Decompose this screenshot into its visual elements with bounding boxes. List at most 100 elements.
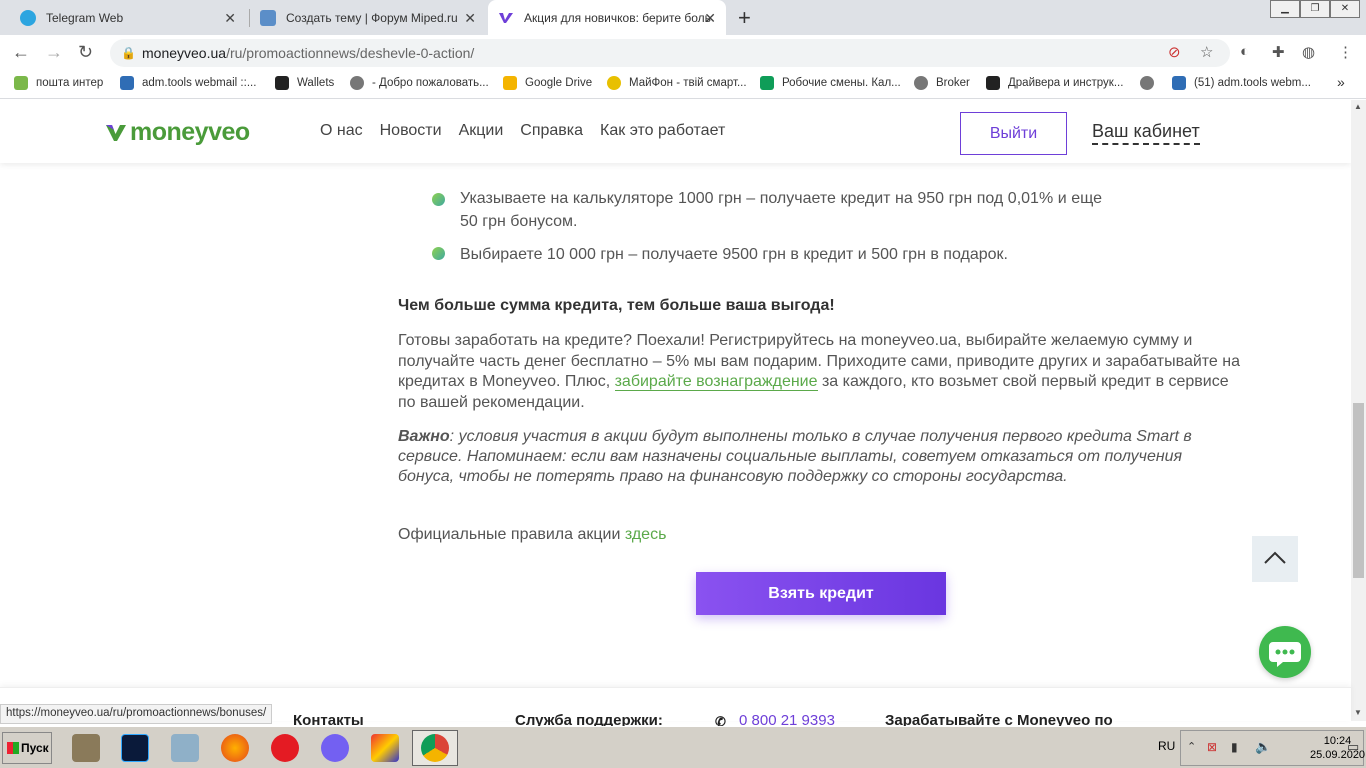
forum-icon bbox=[260, 9, 276, 26]
address-bar[interactable]: 🔒 moneyveo.ua/ru/promoactionnews/deshevl… bbox=[110, 39, 1230, 67]
page-scrollbar[interactable]: ▲ ▼ bbox=[1351, 100, 1366, 721]
close-window-icon[interactable]: ✕ bbox=[1330, 0, 1360, 18]
bookmark-item[interactable]: adm.tools webmail ::... bbox=[120, 76, 256, 90]
windows-flag-icon bbox=[7, 742, 19, 754]
myfon-icon bbox=[607, 76, 621, 90]
sheets-icon bbox=[760, 76, 774, 90]
restore-icon[interactable]: ❐ bbox=[1300, 0, 1330, 18]
status-bar-url: https://moneyveo.ua/ru/promoactionnews/b… bbox=[0, 704, 273, 724]
taskbar-app[interactable] bbox=[162, 730, 208, 766]
language-indicator[interactable]: RU bbox=[1158, 739, 1175, 753]
start-button[interactable]: Пуск bbox=[2, 732, 52, 764]
moneyveo-logo[interactable]: moneyveo bbox=[106, 118, 250, 147]
bookmark-star-icon[interactable]: ☆ bbox=[1200, 43, 1213, 61]
signal-icon[interactable]: ▮ bbox=[1231, 740, 1238, 754]
windows-taskbar: Пуск RU ⌃ ⊠ ▮ 🔈 ▭ 10:24 25.09.2020 bbox=[0, 726, 1366, 768]
scroll-down-arrow-icon[interactable]: ▼ bbox=[1354, 708, 1362, 717]
bullet-dot-icon bbox=[432, 193, 445, 206]
bookmark-item[interactable]: Робочие смены. Кал... bbox=[760, 76, 901, 90]
nav-how-it-works[interactable]: Как это работает bbox=[600, 122, 725, 140]
new-tab-icon[interactable]: + bbox=[738, 5, 751, 31]
tab-telegram[interactable]: Telegram Web ✕ bbox=[10, 0, 246, 35]
bookmark-item[interactable]: - Добро пожаловать... bbox=[350, 76, 489, 90]
web-page: moneyveo О нас Новости Акции Справка Как… bbox=[0, 100, 1351, 687]
bullet-list: Указываете на калькуляторе 1000 грн – по… bbox=[432, 187, 1102, 276]
chat-button[interactable] bbox=[1259, 626, 1311, 678]
nav-promotions[interactable]: Акции bbox=[459, 122, 504, 140]
logo-text: moneyveo bbox=[130, 118, 250, 146]
bookmark-item[interactable]: пошта интер bbox=[14, 76, 103, 90]
bookmarks-bar: пошта интер adm.tools webmail ::... Wall… bbox=[0, 70, 1366, 99]
cabinet-link[interactable]: Ваш кабинет bbox=[1092, 121, 1200, 145]
take-credit-button[interactable]: Взять кредит bbox=[696, 572, 946, 615]
taskbar-app[interactable] bbox=[312, 730, 358, 766]
taskbar-app[interactable] bbox=[63, 730, 109, 766]
profile-icon[interactable]: ◍ bbox=[1302, 43, 1315, 61]
admtools-icon bbox=[120, 76, 134, 90]
globe-icon bbox=[1140, 76, 1154, 90]
mail-icon bbox=[14, 76, 28, 90]
clock[interactable]: 10:24 25.09.2020 bbox=[1310, 734, 1365, 762]
media-app-icon bbox=[371, 734, 399, 762]
taskbar-app[interactable] bbox=[212, 730, 258, 766]
taskbar-app-chrome[interactable] bbox=[412, 730, 458, 766]
bookmark-item[interactable]: Wallets bbox=[275, 76, 334, 90]
bookmark-item[interactable]: Google Drive bbox=[503, 76, 592, 90]
main-nav: О нас Новости Акции Справка Как это рабо… bbox=[320, 122, 725, 140]
scroll-to-top-button[interactable] bbox=[1252, 536, 1298, 582]
rules-line: Официальные правила акции здесь bbox=[398, 526, 667, 543]
important-note: Важно: условия участия в акции будут вып… bbox=[398, 428, 1192, 485]
nav-help[interactable]: Справка bbox=[520, 122, 583, 140]
bookmark-item[interactable]: (51) adm.tools webm... bbox=[1172, 76, 1311, 90]
tab-moneyveo[interactable]: Акция для новичков: берите боль ✕ bbox=[488, 0, 726, 35]
back-icon[interactable]: ← bbox=[12, 42, 30, 63]
tab-miped-forum[interactable]: Создать тему | Форум Miped.ru ✕ bbox=[250, 0, 486, 35]
chrome-icon bbox=[421, 734, 449, 762]
logout-button[interactable]: Выйти bbox=[960, 112, 1067, 155]
extension-off-icon[interactable]: ◐ bbox=[1240, 43, 1249, 60]
viber-icon bbox=[321, 734, 349, 762]
nav-news[interactable]: Новости bbox=[380, 122, 442, 140]
site-header: moneyveo О нас Новости Акции Справка Как… bbox=[0, 100, 1351, 163]
bookmark-item[interactable]: Драйвера и инструк... bbox=[986, 76, 1123, 90]
scrollbar-thumb[interactable] bbox=[1353, 403, 1364, 578]
close-tab-icon[interactable]: ✕ bbox=[464, 10, 476, 27]
google-drive-icon bbox=[503, 76, 517, 90]
scroll-up-arrow-icon[interactable]: ▲ bbox=[1354, 102, 1362, 111]
firefox-icon bbox=[221, 734, 249, 762]
list-item: Выбираете 10 000 грн – получаете 9500 гр… bbox=[432, 243, 1102, 266]
chat-bubble-icon bbox=[1269, 642, 1301, 667]
network-icon[interactable]: ⊠ bbox=[1207, 740, 1217, 754]
minimize-icon[interactable]: ▁ bbox=[1270, 0, 1300, 18]
translate-blocked-icon[interactable]: ⊘ bbox=[1168, 43, 1181, 61]
bookmark-item[interactable] bbox=[1140, 76, 1162, 90]
reload-icon[interactable]: ↻ bbox=[78, 42, 93, 63]
tray-expand-icon[interactable]: ⌃ bbox=[1187, 740, 1196, 753]
menu-icon[interactable]: ⋮ bbox=[1338, 43, 1353, 61]
more-bookmarks-icon[interactable]: » bbox=[1337, 74, 1345, 90]
rules-link[interactable]: здесь bbox=[625, 526, 667, 543]
globe-icon bbox=[914, 76, 928, 90]
taskbar-app[interactable] bbox=[362, 730, 408, 766]
tab-title: Акция для новичков: берите боль bbox=[524, 10, 711, 25]
bookmark-item[interactable]: Broker bbox=[914, 76, 970, 90]
url-path: /ru/promoactionnews/deshevle-0-action/ bbox=[226, 45, 475, 61]
forward-icon[interactable]: → bbox=[45, 42, 63, 63]
photoshop-icon bbox=[121, 734, 149, 762]
close-tab-icon[interactable]: ✕ bbox=[224, 10, 236, 27]
volume-icon[interactable]: 🔈 bbox=[1255, 739, 1271, 755]
clock-time: 10:24 bbox=[1323, 735, 1352, 747]
extensions-puzzle-icon[interactable]: ✚ bbox=[1272, 43, 1285, 61]
taskbar-app[interactable] bbox=[112, 730, 158, 766]
main-paragraph: Готовы заработать на кредите? Поехали! Р… bbox=[398, 332, 1241, 411]
highlight-heading: Чем больше сумма кредита, тем больше ваш… bbox=[398, 297, 835, 314]
close-tab-icon[interactable]: ✕ bbox=[704, 10, 716, 27]
bookmark-item[interactable]: МайФон - твій смарт... bbox=[607, 76, 747, 90]
3dnews-icon bbox=[986, 76, 1000, 90]
nav-about[interactable]: О нас bbox=[320, 122, 363, 140]
wallets-icon bbox=[275, 76, 289, 90]
taskbar-app[interactable] bbox=[262, 730, 308, 766]
reward-link[interactable]: забирайте вознаграждение bbox=[614, 373, 818, 391]
browser-tab-strip: Telegram Web ✕ Создать тему | Форум Mipe… bbox=[0, 0, 1366, 35]
opera-icon bbox=[271, 734, 299, 762]
